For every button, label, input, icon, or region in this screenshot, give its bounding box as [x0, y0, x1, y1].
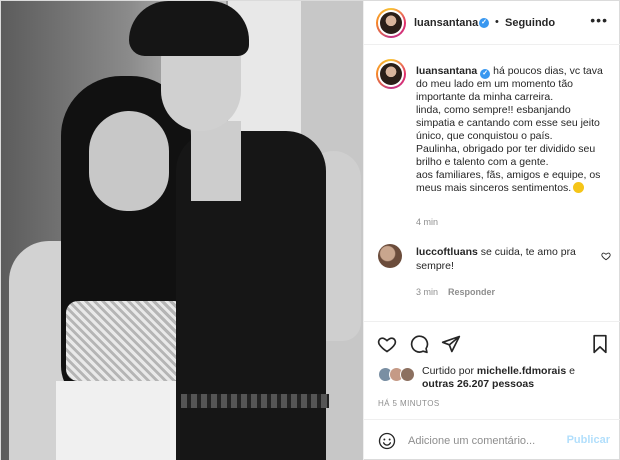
author-avatar[interactable] — [376, 8, 406, 38]
caption-username[interactable]: luansantana — [416, 65, 477, 77]
bookmark-icon[interactable] — [590, 334, 610, 354]
caption-text: luansantana ✓ há poucos dias, vc tava do… — [416, 65, 616, 195]
caption-time: 4 min — [416, 217, 439, 227]
verified-badge-icon: ✓ — [479, 18, 489, 28]
photo-person-right-hair — [129, 1, 249, 56]
likes-text: Curtido por michelle.fdmorais e outras 2… — [422, 365, 618, 391]
caption-line-3: importante da minha carreira. — [416, 91, 554, 103]
commenter-username[interactable]: luccoftluans — [416, 246, 478, 258]
separator-dot: • — [495, 16, 499, 28]
caption-line-7: Paulinha, obrigado por ter dividido seu — [416, 143, 596, 155]
caption-line-8: brilho e talento com a gente. — [416, 156, 549, 168]
liked-by-and: e — [569, 365, 575, 377]
commenter-avatar[interactable] — [378, 244, 402, 268]
liked-by-others[interactable]: outras 26.207 pessoas — [422, 378, 534, 390]
emoji-icon[interactable] — [378, 432, 396, 450]
comment-time: 3 min — [416, 287, 439, 297]
smile-emoji-icon — [573, 182, 585, 193]
caption-line-5: simpatia e cantando com esse seu jeito — [416, 117, 600, 129]
add-comment-bar: Publicar — [364, 419, 620, 460]
caption-line-4: linda, como sempre!! esbanjando — [416, 104, 571, 116]
liked-by-user[interactable]: michelle.fdmorais — [477, 365, 566, 377]
photo-person-left-skirt — [56, 381, 191, 460]
photo-person-right-belt — [181, 394, 329, 408]
photo-person-left-top — [66, 301, 186, 381]
comment: luccoftluans se cuida, te amo pra sempre… — [416, 245, 596, 273]
comment-input[interactable] — [408, 432, 558, 450]
reply-button[interactable]: Responder — [448, 287, 495, 297]
comment-like-heart-icon[interactable] — [601, 251, 611, 261]
author-username[interactable]: luansantana — [414, 17, 478, 29]
liker-avatars[interactable] — [378, 367, 418, 383]
more-options-icon[interactable]: ••• — [590, 13, 608, 27]
caption-line-9: aos familiares, fãs, amigos e equipe, os — [416, 169, 601, 181]
comment-icon[interactable] — [409, 334, 429, 354]
photo-person-right-neck — [191, 121, 241, 201]
share-icon[interactable] — [441, 334, 461, 354]
heart-icon[interactable] — [377, 334, 397, 354]
post-side-panel: luansantana ✓ • Seguindo ••• luansantana… — [363, 1, 620, 460]
caption-author-avatar[interactable] — [376, 59, 406, 89]
caption-line-10: meus mais sinceros sentimentos. — [416, 182, 572, 194]
post-timestamp[interactable]: HÁ 5 MINUTOS — [378, 399, 440, 408]
post-photo[interactable] — [1, 1, 363, 460]
caption-line-2: do meu lado em um momento tão — [416, 78, 573, 90]
caption-line-6: único, que conquistou o país. — [416, 130, 553, 142]
post-header: luansantana ✓ • Seguindo ••• — [364, 1, 620, 45]
photo-person-left-face — [89, 111, 169, 211]
publish-button[interactable]: Publicar — [567, 434, 610, 446]
caption-line-1: há poucos dias, vc tava — [493, 65, 603, 77]
liked-by-prefix: Curtido por — [422, 365, 474, 377]
instagram-post-modal: luansantana ✓ • Seguindo ••• luansantana… — [0, 0, 620, 460]
following-button[interactable]: Seguindo — [505, 17, 555, 29]
